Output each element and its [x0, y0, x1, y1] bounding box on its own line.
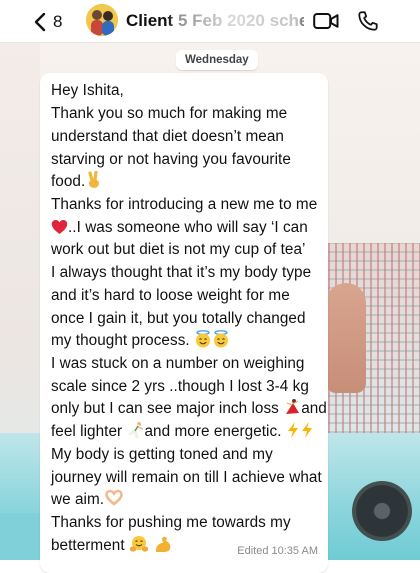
high-voltage-emoji [286, 421, 300, 439]
message-bubble[interactable]: Hey Ishita, Thank you so much for making… [40, 73, 328, 573]
message-line: journey will remain on till I achieve wh… [51, 469, 322, 486]
victory-hand-emoji [85, 171, 103, 189]
message-line: and it’s hard to loose weight for me [51, 287, 290, 304]
message-line: Hey Ishita, [51, 82, 124, 99]
message-timestamp: Edited 10:35 AM [237, 545, 318, 557]
message-line: understand that diet doesn’t mean [51, 128, 284, 145]
message-line: once I gain it, but you totally changed [51, 310, 306, 327]
message-line: feel lighter and more energetic. [51, 421, 314, 443]
unread-count: 8 [53, 12, 63, 31]
heart-hands-emoji [104, 489, 124, 507]
chat-header: 8 Client 5 Feb 2020 schedule [0, 0, 420, 43]
video-camera-icon [313, 13, 339, 34]
smiling-face-with-halo-emoji [194, 330, 212, 348]
chevron-left-icon [34, 12, 46, 32]
message-line: Thank you so much for making me [51, 105, 288, 122]
title-redaction [172, 10, 300, 32]
video-call-button[interactable] [313, 12, 339, 30]
message-line: I always thought that it’s my body type [51, 264, 312, 281]
message-line: ..I was someone who will say ‘I can [51, 217, 308, 239]
message-line: Thanks for introducing a new me to me [51, 196, 318, 213]
martial-arts-emoji [127, 421, 145, 439]
hugging-face-emoji [129, 535, 149, 553]
message-line: Thanks for pushing me towards my [51, 514, 291, 531]
message-line: we aim. [51, 489, 124, 511]
message-line: work out but diet is not my cup of tea’ [51, 241, 306, 258]
message-line: my thought process. [51, 330, 230, 352]
smiling-face-with-halo-emoji [212, 330, 230, 348]
high-voltage-emoji [300, 421, 314, 439]
dancer-emoji [283, 398, 301, 416]
message-line: My body is getting toned and my [51, 446, 273, 463]
flexed-biceps-emoji [153, 535, 173, 553]
date-separator: Wednesday [176, 50, 258, 70]
avatar[interactable] [86, 4, 118, 36]
back-button[interactable]: 8 [34, 9, 76, 35]
voice-call-button[interactable] [357, 10, 379, 32]
message-line: food. [51, 171, 103, 193]
red-heart-emoji [51, 219, 68, 235]
phone-icon [357, 11, 379, 36]
message-line: starving or not having you favourite [51, 151, 291, 168]
message-line: scale since 2 yrs ..though I lost 3-4 kg [51, 378, 309, 395]
message-line: I was stuck on a number on weighing [51, 355, 305, 372]
message-line: betterment [51, 535, 173, 557]
message-line: only but I can see major inch loss and [51, 398, 327, 417]
